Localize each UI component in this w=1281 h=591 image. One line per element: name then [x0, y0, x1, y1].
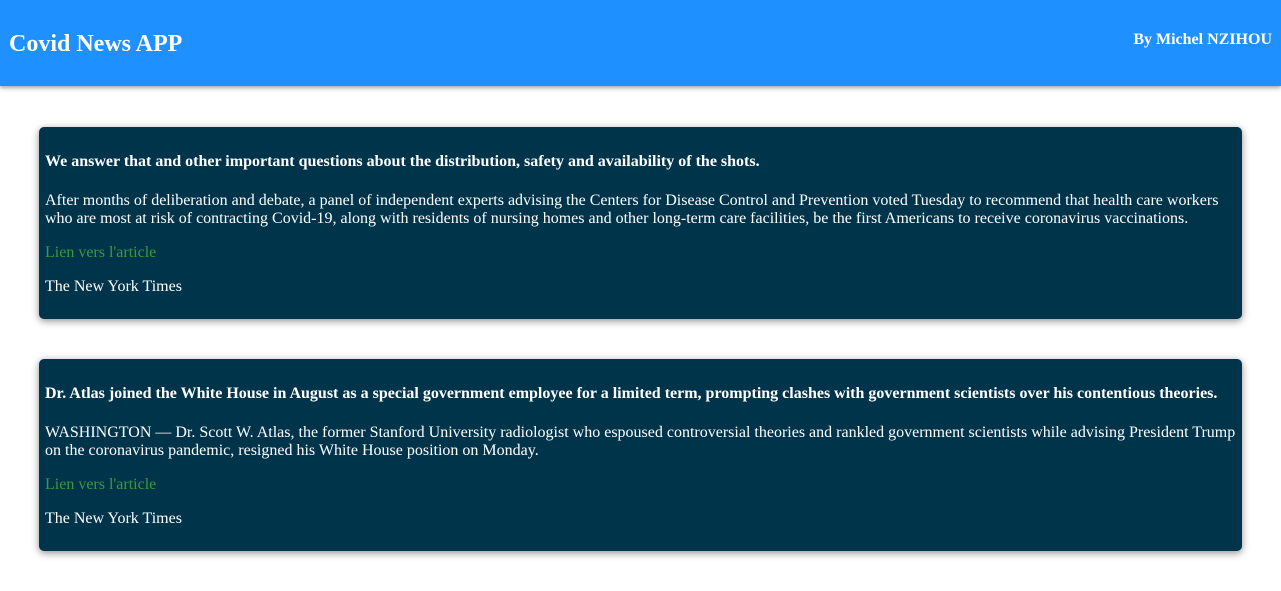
article-link[interactable]: Lien vers l'article [45, 244, 1236, 262]
article-description: After months of deliberation and debate,… [45, 192, 1219, 227]
app-title: Covid News APP [9, 31, 183, 57]
news-card: Dr. Atlas joined the White House in Augu… [39, 359, 1242, 551]
author-credit: By Michel NZIHOU [1133, 31, 1272, 48]
article-title: Dr. Atlas joined the White House in Augu… [45, 385, 1218, 402]
news-feed: We answer that and other important quest… [39, 127, 1242, 591]
article-link[interactable]: Lien vers l'article [45, 476, 1236, 494]
article-description: WASHINGTON — Dr. Scott W. Atlas, the for… [45, 424, 1236, 459]
article-title: We answer that and other important quest… [45, 153, 760, 170]
news-card: We answer that and other important quest… [39, 127, 1242, 319]
app-header: Covid News APP By Michel NZIHOU [0, 0, 1281, 86]
article-source: The New York Times [45, 510, 182, 527]
article-source: The New York Times [45, 278, 182, 295]
